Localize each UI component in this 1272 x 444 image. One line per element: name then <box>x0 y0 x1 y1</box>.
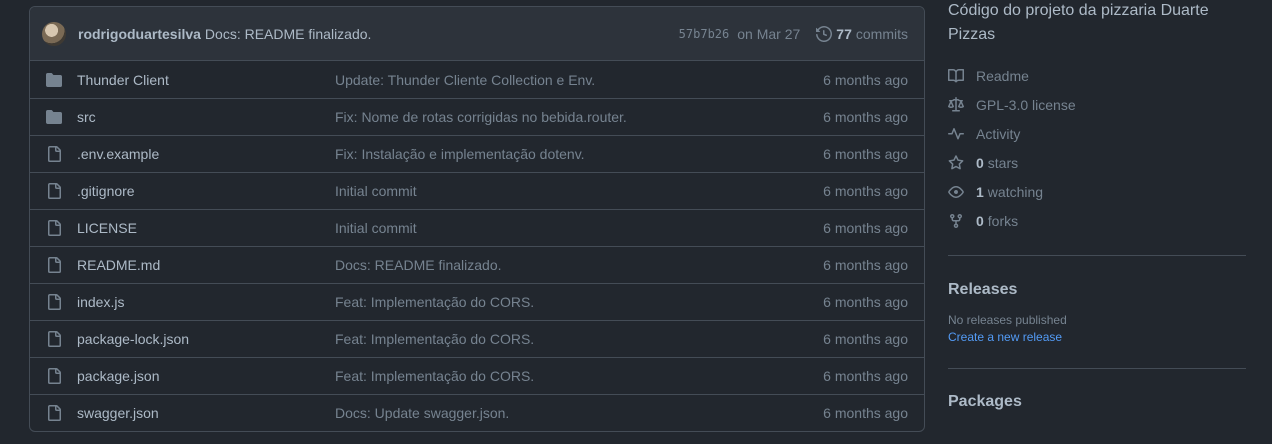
packages-heading[interactable]: Packages <box>948 393 1246 411</box>
history-icon <box>816 25 833 42</box>
file-row[interactable]: Thunder Client Update: Thunder Cliente Co… <box>30 61 924 98</box>
stars-count: 0 <box>976 154 984 171</box>
repo-sidebar: Código do projeto da pizzaria Duarte Piz… <box>948 0 1246 411</box>
activity-label: Activity <box>976 125 1021 142</box>
file-commit-time: 6 months ago <box>823 220 908 236</box>
folder-icon <box>46 110 62 124</box>
file-commit-time: 6 months ago <box>823 183 908 199</box>
file-icon <box>48 331 61 347</box>
eye-icon <box>948 185 964 198</box>
latest-commit-bar: rodrigoduartesilva Docs: README finaliza… <box>30 7 924 61</box>
forks-link[interactable]: 0 forks <box>948 206 1246 235</box>
file-name-link[interactable]: .gitignore <box>77 183 335 199</box>
file-commit-message-link[interactable]: Initial commit <box>335 183 823 199</box>
repo-description: Código do projeto da pizzaria Duarte Piz… <box>948 2 1209 43</box>
file-name-link[interactable]: .env.example <box>77 146 335 162</box>
file-commit-time: 6 months ago <box>823 294 908 310</box>
file-icon <box>48 220 61 236</box>
fork-icon <box>950 213 962 228</box>
commit-date: on Mar 27 <box>737 25 801 42</box>
file-commit-time: 6 months ago <box>823 71 908 88</box>
file-icon <box>48 294 61 310</box>
license-label: GPL-3.0 license <box>976 96 1076 113</box>
file-commit-time: 6 months ago <box>823 257 908 273</box>
file-name-link[interactable]: swagger.json <box>77 405 335 421</box>
forks-label: forks <box>987 212 1019 229</box>
file-row[interactable]: README.md Docs: README finalizado. 6 month… <box>30 246 924 283</box>
file-commit-time: 6 months ago <box>823 405 908 421</box>
file-commit-time: 6 months ago <box>823 368 908 384</box>
file-commit-message-link[interactable]: Feat: Implementação do CORS. <box>335 368 823 384</box>
file-commit-time: 6 months ago <box>823 146 908 162</box>
file-list: Thunder Client Update: Thunder Cliente Co… <box>30 61 924 431</box>
avatar[interactable] <box>42 21 66 46</box>
file-row[interactable]: .env.example Fix: Instalação e implementa… <box>30 135 924 172</box>
file-row[interactable]: src Fix: Nome de rotas corrigidas no bebi… <box>30 98 924 135</box>
file-icon <box>48 183 61 199</box>
file-icon <box>48 405 61 421</box>
folder-icon <box>46 72 62 87</box>
scale-icon <box>948 96 964 111</box>
watching-link[interactable]: 1 watching <box>948 177 1246 206</box>
stars-link[interactable]: 0 stars <box>948 148 1246 177</box>
file-commit-time: 6 months ago <box>823 109 908 125</box>
sidebar-divider <box>948 368 1246 369</box>
file-name-link[interactable]: package.json <box>77 368 335 384</box>
file-commit-message-link[interactable]: Initial commit <box>335 220 823 236</box>
file-commit-message-link[interactable]: Update: Thunder Cliente Collection e Env… <box>335 72 823 88</box>
readme-label: Readme <box>976 67 1029 84</box>
pulse-icon <box>948 127 964 139</box>
star-icon <box>948 154 964 169</box>
file-row[interactable]: swagger.json Docs: Update swagger.json. 6 … <box>30 394 924 431</box>
file-commit-message-link[interactable]: Feat: Implementação do CORS. <box>335 294 823 310</box>
forks-count: 0 <box>976 212 984 229</box>
file-icon <box>48 146 61 162</box>
commit-author-link[interactable]: rodrigoduartesilva <box>78 26 201 42</box>
file-commit-message-link[interactable]: Feat: Implementação do CORS. <box>335 331 823 347</box>
watching-count: 1 <box>976 183 984 200</box>
sidebar-divider <box>948 255 1246 256</box>
file-name-link[interactable]: Thunder Client <box>77 72 335 88</box>
file-commit-message-link[interactable]: Fix: Nome de rotas corrigidas no bebida.… <box>335 109 823 125</box>
file-name-link[interactable]: src <box>77 109 335 125</box>
stars-label: stars <box>987 154 1019 171</box>
commit-message-link[interactable]: Docs: README finalizado. <box>205 26 372 42</box>
commit-sha-link[interactable]: 57b7b26 <box>679 27 730 41</box>
file-name-link[interactable]: index.js <box>77 294 335 310</box>
file-browser: rodrigoduartesilva Docs: README finaliza… <box>29 6 925 432</box>
license-link[interactable]: GPL-3.0 license <box>948 90 1246 119</box>
commit-count[interactable]: 77 <box>836 26 852 42</box>
file-commit-message-link[interactable]: Fix: Instalação e implementação dotenv. <box>335 146 823 162</box>
file-row[interactable]: index.js Feat: Implementação do CORS. 6 mo… <box>30 283 924 320</box>
file-name-link[interactable]: package-lock.json <box>77 331 335 347</box>
releases-heading[interactable]: Releases <box>948 281 1246 299</box>
file-name-link[interactable]: README.md <box>77 257 335 273</box>
activity-link[interactable]: Activity <box>948 119 1246 148</box>
file-commit-message-link[interactable]: Docs: README finalizado. <box>335 257 823 273</box>
file-icon <box>48 257 61 273</box>
file-name-link[interactable]: LICENSE <box>77 220 335 236</box>
commits-label[interactable]: commits <box>856 26 908 42</box>
book-icon <box>948 68 964 82</box>
create-release-link[interactable]: Create a new release <box>948 330 1246 344</box>
file-row[interactable]: .gitignore Initial commit 6 months ago <box>30 172 924 209</box>
file-row[interactable]: LICENSE Initial commit 6 months ago <box>30 209 924 246</box>
file-icon <box>48 368 61 384</box>
watching-label: watching <box>987 183 1044 200</box>
file-commit-message-link[interactable]: Docs: Update swagger.json. <box>335 405 823 421</box>
file-row[interactable]: package-lock.json Feat: Implementação do … <box>30 320 924 357</box>
readme-link[interactable]: Readme <box>948 61 1246 90</box>
file-commit-time: 6 months ago <box>823 331 908 347</box>
file-row[interactable]: package.json Feat: Implementação do CORS.… <box>30 357 924 394</box>
releases-empty-text: No releases published <box>948 313 1067 327</box>
